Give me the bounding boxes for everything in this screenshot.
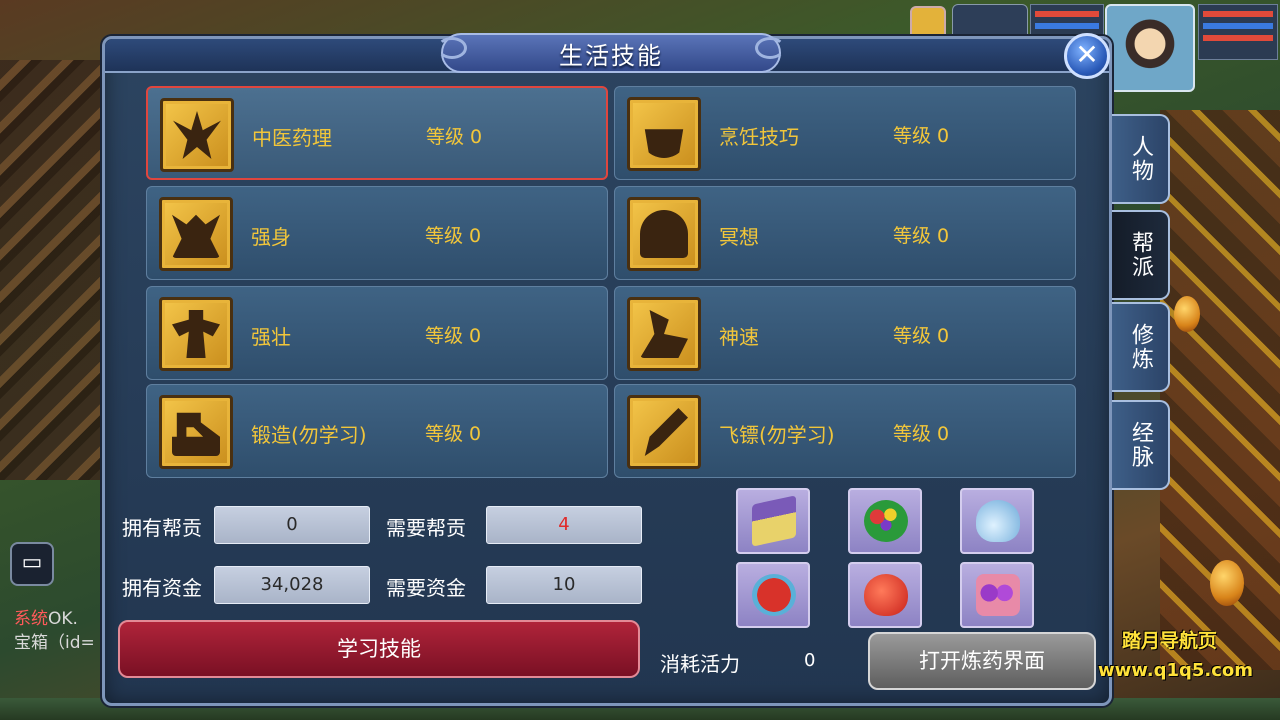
chat-line-system: 系统OK.	[14, 604, 78, 629]
skill-name: 强身	[251, 225, 291, 249]
owned-funds-label: 拥有资金	[122, 576, 202, 600]
item-slot-gift-box[interactable]	[736, 488, 810, 554]
skill-name: 中医药理	[252, 126, 332, 150]
panel-title: 生活技能	[559, 41, 663, 70]
player-status-bars	[1198, 4, 1278, 60]
skill-name: 锻造(勿学习)	[251, 423, 367, 447]
skill-level: 等级 0	[425, 325, 482, 347]
skill-card-muscle[interactable]: 强壮 等级 0	[146, 286, 608, 380]
muscle-icon	[159, 297, 233, 371]
item-slot-fruit-plate[interactable]	[848, 488, 922, 554]
skill-card-cooking[interactable]: 烹饪技巧 等级 0	[614, 86, 1076, 180]
watermark-url: www.q1q5.com	[1098, 660, 1254, 681]
skill-card-forge[interactable]: 锻造(勿学习) 等级 0	[146, 384, 608, 478]
item-slot-potion-bottle[interactable]	[960, 488, 1034, 554]
skill-card-swift[interactable]: 神速 等级 0	[614, 286, 1076, 380]
open-alchemy-button[interactable]: 打开炼药界面	[868, 632, 1096, 690]
tab-meridians[interactable]: 经脉	[1112, 400, 1170, 490]
skill-level: 等级 0	[426, 126, 483, 148]
herb-medicine-icon	[160, 98, 234, 172]
skill-card-meditation[interactable]: 冥想 等级 0	[614, 186, 1076, 280]
meditation-icon	[627, 197, 701, 271]
dart-icon	[627, 395, 701, 469]
skill-name: 强壮	[251, 325, 291, 349]
chat-line-2: 宝箱（id=	[14, 633, 95, 653]
required-contribution-label: 需要帮贡	[386, 516, 466, 540]
tab-cultivation[interactable]: 修炼	[1112, 302, 1170, 392]
rouge-dish-icon	[752, 574, 796, 616]
chat-icon[interactable]: ▭	[10, 542, 54, 586]
consume-vitality-label: 消耗活力	[660, 652, 740, 676]
skill-name: 冥想	[719, 225, 759, 249]
skill-level: 等级 0	[893, 325, 950, 347]
background-roof	[0, 60, 110, 480]
potion-bottle-icon	[976, 500, 1020, 542]
panel-title-plate: 生活技能	[437, 33, 785, 73]
skill-level: 等级 0	[893, 125, 950, 147]
skill-level: 等级 0	[425, 423, 482, 445]
chat-message: OK.	[48, 609, 78, 629]
owned-funds-value: 34,028	[214, 566, 370, 604]
swirl-ornament-icon	[755, 37, 785, 59]
item-slot-purple-pills[interactable]	[960, 562, 1034, 628]
item-slot-red-pouch[interactable]	[848, 562, 922, 628]
chat-system-tag: 系统	[14, 609, 48, 629]
skill-level: 等级 0	[425, 225, 482, 247]
required-funds-label: 需要资金	[386, 576, 466, 600]
cooking-pot-icon	[627, 97, 701, 171]
tab-character[interactable]: 人物	[1112, 114, 1170, 204]
skill-card-herb-medicine[interactable]: 中医药理 等级 0	[146, 86, 608, 180]
close-button[interactable]: ✕	[1064, 33, 1110, 79]
skill-card-dart[interactable]: 飞镖(勿学习) 等级 0	[614, 384, 1076, 478]
learn-skill-button[interactable]: 学习技能	[118, 620, 640, 678]
purple-pills-icon	[976, 574, 1020, 616]
consume-vitality-value: 0	[804, 650, 816, 671]
swirl-ornament-icon	[437, 37, 467, 59]
required-funds-value: 10	[486, 566, 642, 604]
required-contribution-value: 4	[486, 506, 642, 544]
lantern-icon	[1210, 560, 1244, 606]
item-slot-rouge-dish[interactable]	[736, 562, 810, 628]
red-pouch-icon	[864, 574, 908, 616]
swift-speed-icon	[627, 297, 701, 371]
skill-name: 飞镖(勿学习)	[719, 423, 835, 447]
skill-level: 等级 0	[893, 225, 950, 247]
fruit-plate-icon	[864, 500, 908, 542]
skill-name: 烹饪技巧	[719, 125, 799, 149]
owned-contribution-value: 0	[214, 506, 370, 544]
tab-guild[interactable]: 帮派	[1112, 210, 1170, 300]
lantern-icon	[1174, 296, 1200, 332]
player-avatar[interactable]	[1105, 4, 1195, 92]
forge-hammer-icon	[159, 395, 233, 469]
skill-card-strong-body[interactable]: 强身 等级 0	[146, 186, 608, 280]
watermark-title: 踏月导航页	[1122, 630, 1218, 652]
skill-level: 等级 0	[893, 423, 950, 445]
pet-avatar[interactable]	[910, 6, 946, 40]
owned-contribution-label: 拥有帮贡	[122, 516, 202, 540]
strong-body-icon	[159, 197, 233, 271]
skill-name: 神速	[719, 325, 759, 349]
gift-box-icon	[752, 495, 796, 547]
